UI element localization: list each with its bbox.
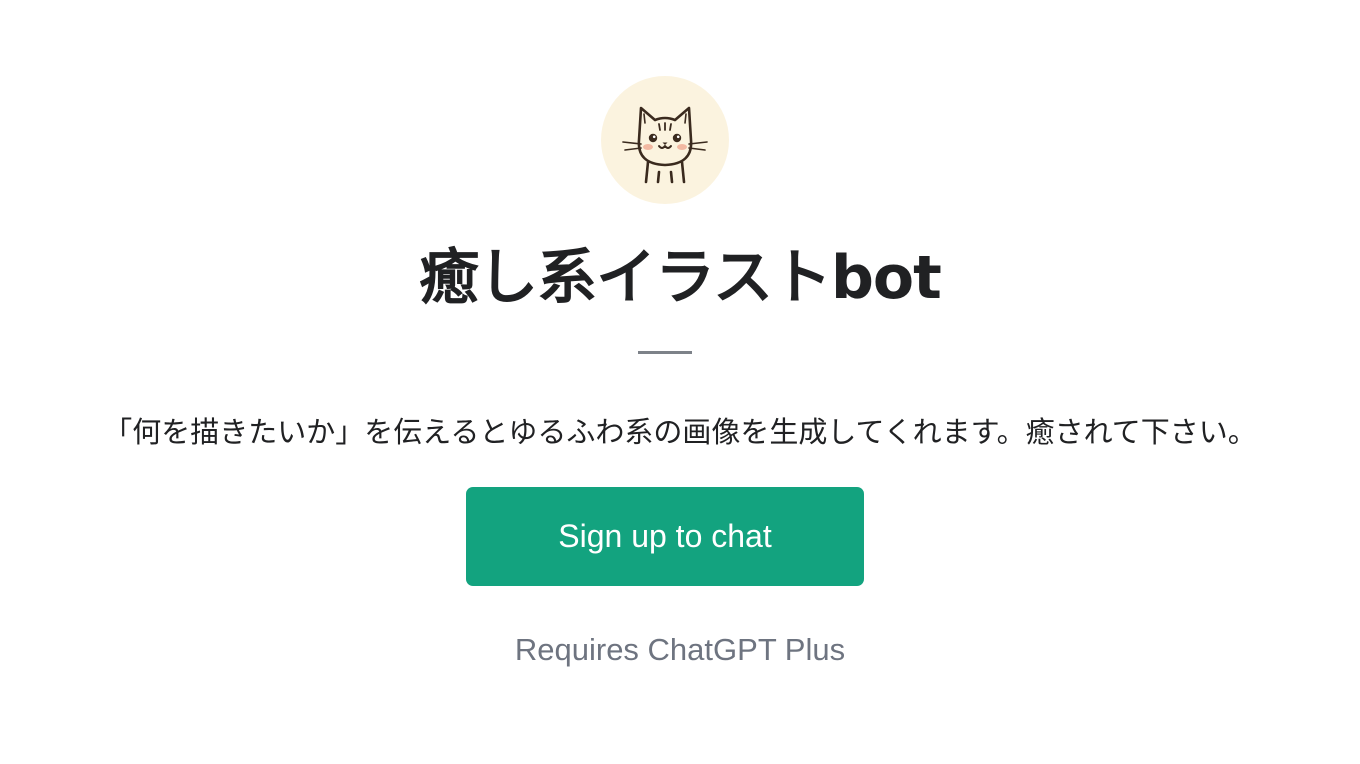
gpt-description: 「何を描きたいか」を伝えるとゆるふわ系の画像を生成してくれます。癒されて下さい。	[103, 415, 1257, 449]
requirement-note: Requires ChatGPT Plus	[514, 632, 846, 667]
sign-up-to-chat-button[interactable]: Sign up to chat	[466, 487, 864, 586]
gpt-avatar	[601, 76, 729, 204]
gpt-title: 癒し系イラストbot	[419, 243, 942, 313]
gpt-landing-page: 癒し系イラストbot 「何を描きたいか」を伝えるとゆるふわ系の画像を生成してくれ…	[0, 0, 1360, 764]
cat-illustration-icon	[622, 106, 708, 184]
divider	[638, 351, 692, 354]
